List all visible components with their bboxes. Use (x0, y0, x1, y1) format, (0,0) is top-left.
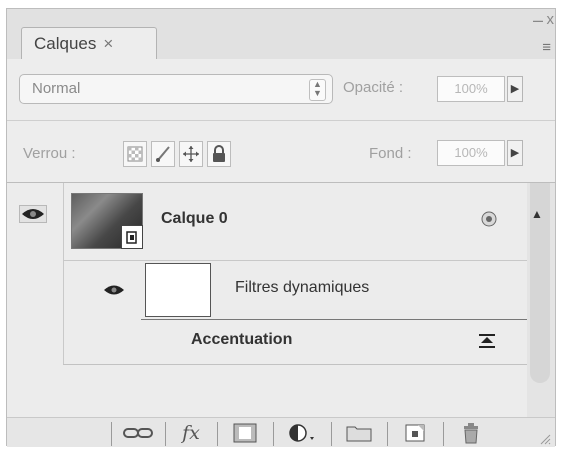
resize-grip-icon[interactable] (539, 432, 551, 445)
lock-row: Verrou : Fond: 100% ▶ (7, 121, 555, 183)
layer-list: Calque 0 Filtres dynamiques Accentuation (7, 183, 527, 417)
tab-calques[interactable]: Calques × (21, 27, 157, 59)
new-layer-icon[interactable] (395, 421, 435, 445)
layers-panel: Calques × – x ≡ Normal ▲ ▼ Opacité : 100… (6, 8, 556, 447)
toolbar-separator (165, 422, 166, 446)
toolbar-separator (443, 422, 444, 446)
layer-visibility-eye-icon[interactable] (19, 205, 47, 228)
tab-label: Calques (34, 33, 97, 53)
layer-list-scrollbar[interactable]: ▲ (527, 183, 555, 417)
toolbar-separator (331, 422, 332, 446)
fill-label: Fond : (369, 145, 412, 162)
smart-filters-mask-thumbnail (145, 263, 211, 317)
lock-image-pixels-icon[interactable] (151, 141, 175, 167)
link-layers-icon[interactable] (119, 421, 157, 445)
lock-label: Verrou : (23, 145, 76, 162)
opacity-slider-arrow-icon[interactable]: ▶ (507, 76, 523, 102)
bottom-toolbar: fx (7, 417, 555, 447)
lock-all-icon[interactable] (207, 141, 231, 167)
toolbar-separator (111, 422, 112, 446)
blend-mode-stepper[interactable]: ▲ ▼ (309, 79, 326, 101)
lock-position-icon[interactable] (179, 141, 203, 167)
toolbar-separator (273, 422, 274, 446)
fx-text: fx (182, 422, 200, 444)
add-mask-icon[interactable] (225, 421, 265, 445)
filter-row-accentuation[interactable]: Accentuation (63, 321, 527, 365)
scroll-up-icon[interactable]: ▲ (531, 207, 543, 221)
smart-filter-indicator-icon[interactable] (479, 209, 499, 234)
visibility-column (7, 183, 64, 365)
filter-name: Accentuation (191, 331, 293, 348)
filter-separator (141, 319, 527, 320)
panel-menu-icon[interactable]: ≡ (542, 39, 551, 56)
smart-filters-label: Filtres dynamiques (235, 279, 370, 296)
blend-mode-value: Normal (32, 80, 81, 97)
smart-filters-row[interactable]: Filtres dynamiques (63, 261, 527, 321)
new-group-icon[interactable] (339, 421, 379, 445)
smart-object-icon (121, 225, 143, 249)
blend-mode-select[interactable]: Normal ▲ ▼ (19, 74, 333, 104)
blend-row: Normal ▲ ▼ Opacité : 100% ▶ (7, 59, 555, 121)
delete-layer-icon[interactable] (451, 421, 491, 445)
fill-input[interactable]: 100% (437, 140, 505, 166)
stepper-down-icon: ▼ (313, 88, 322, 98)
fill-slider-arrow-icon[interactable]: ▶ (507, 140, 523, 166)
filter-blending-options-icon[interactable] (477, 333, 497, 354)
tab-close-icon[interactable]: × (103, 34, 113, 54)
close-panel-icon[interactable]: x (547, 11, 555, 28)
opacity-label: Opacité : (343, 79, 404, 96)
adjustment-layer-icon[interactable] (281, 421, 323, 445)
toolbar-separator (217, 422, 218, 446)
opacity-input[interactable]: 100% (437, 76, 505, 102)
layer-row-calque-0[interactable]: Calque 0 (63, 183, 527, 261)
collapse-icon[interactable]: – (533, 11, 543, 29)
layer-style-fx-icon[interactable]: fx (173, 421, 209, 445)
smart-filters-visibility-eye-icon[interactable] (103, 283, 125, 302)
layer-name: Calque 0 (161, 210, 228, 227)
toolbar-separator (387, 422, 388, 446)
lock-transparent-pixels-icon[interactable] (123, 141, 147, 167)
panel-tab-strip: Calques × – x ≡ (7, 9, 555, 59)
